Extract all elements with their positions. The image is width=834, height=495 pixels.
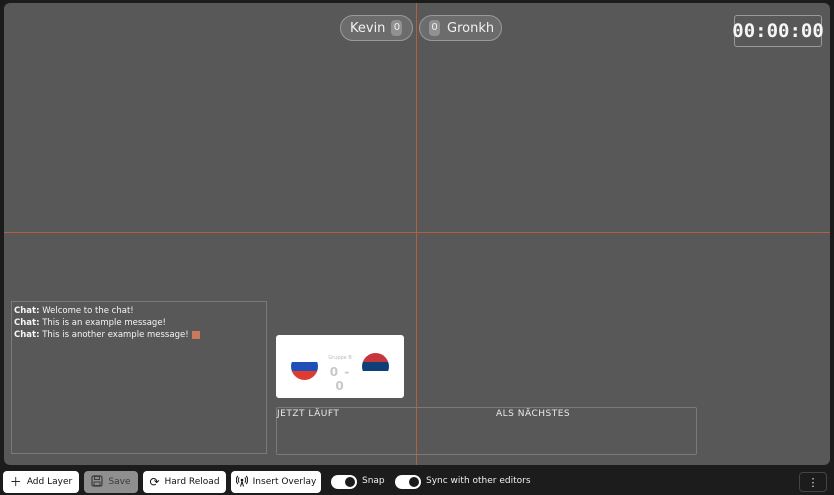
horizontal-center-guide (4, 232, 830, 233)
emote-icon (191, 330, 200, 339)
save-label: Save (108, 477, 131, 487)
broadcast-icon (235, 475, 248, 489)
snap-toggle[interactable] (331, 475, 357, 489)
floppy-disk-icon (91, 475, 104, 489)
chat-message: Chat: This is an example message! (14, 317, 264, 329)
kebab-menu-icon: ⋮ (807, 475, 819, 489)
player-gronkh-pill[interactable]: 0 Gronkh (419, 15, 502, 41)
sync-label: Sync with other editors (426, 476, 531, 486)
timer-display[interactable]: 00:00:00 (732, 15, 824, 47)
add-layer-label: Add Layer (26, 477, 73, 487)
editor-toolbar: ＋ Add Layer Save ⟳ Hard Reload Insert Ov… (0, 467, 834, 495)
schedule-layer[interactable]: JETZT LÄUFT ALS NÄCHSTES (276, 407, 697, 455)
chat-user: Chat: (14, 306, 40, 316)
serbia-flag-icon (362, 353, 389, 380)
match-label: Gruppe B (328, 355, 352, 361)
player-kevin-pill[interactable]: Kevin 0 (340, 15, 413, 41)
toggle-knob (409, 477, 419, 487)
player-score: 0 (391, 20, 403, 36)
up-next-label: ALS NÄCHSTES (496, 409, 571, 419)
save-button[interactable]: Save (84, 471, 138, 493)
more-options-button[interactable]: ⋮ (799, 472, 827, 492)
insert-overlay-button[interactable]: Insert Overlay (231, 471, 321, 493)
now-playing-label: JETZT LÄUFT (277, 409, 340, 419)
insert-overlay-label: Insert Overlay (252, 477, 317, 487)
player-score: 0 (429, 20, 440, 36)
player-name: Kevin (350, 20, 386, 36)
snap-label: Snap (362, 476, 385, 486)
toggle-knob (345, 477, 355, 487)
hard-reload-button[interactable]: ⟳ Hard Reload (143, 471, 226, 493)
chat-text: This is an example message! (39, 318, 166, 328)
chat-message: Chat: This is another example message! (14, 329, 264, 341)
chat-text: This is another example message! (39, 330, 189, 340)
chat-user: Chat: (14, 318, 40, 328)
vertical-center-guide (416, 3, 417, 465)
match-score: 0 - 0 (329, 365, 351, 393)
sync-toggle[interactable] (395, 475, 421, 489)
editor-window: Kevin 0 0 Gronkh 00:00:00 Chat: Welcome … (0, 0, 834, 495)
match-score-widget[interactable]: Gruppe B 0 - 0 (276, 335, 404, 398)
reload-icon: ⟳ (149, 475, 160, 489)
home-score: 0 (329, 365, 340, 379)
slovenia-flag-icon (291, 353, 318, 380)
player-name: Gronkh (447, 20, 495, 36)
chat-message: Chat: Welcome to the chat! (14, 305, 264, 317)
chat-layer[interactable]: Chat: Welcome to the chat! Chat: This is… (11, 301, 267, 454)
plus-icon: ＋ (9, 475, 22, 489)
overlay-canvas[interactable]: Kevin 0 0 Gronkh 00:00:00 Chat: Welcome … (4, 3, 830, 465)
away-score: 0 (335, 379, 345, 393)
hard-reload-label: Hard Reload (164, 477, 220, 487)
chat-user: Chat: (14, 330, 40, 340)
chat-text: Welcome to the chat! (39, 306, 134, 316)
add-layer-button[interactable]: ＋ Add Layer (3, 471, 79, 493)
